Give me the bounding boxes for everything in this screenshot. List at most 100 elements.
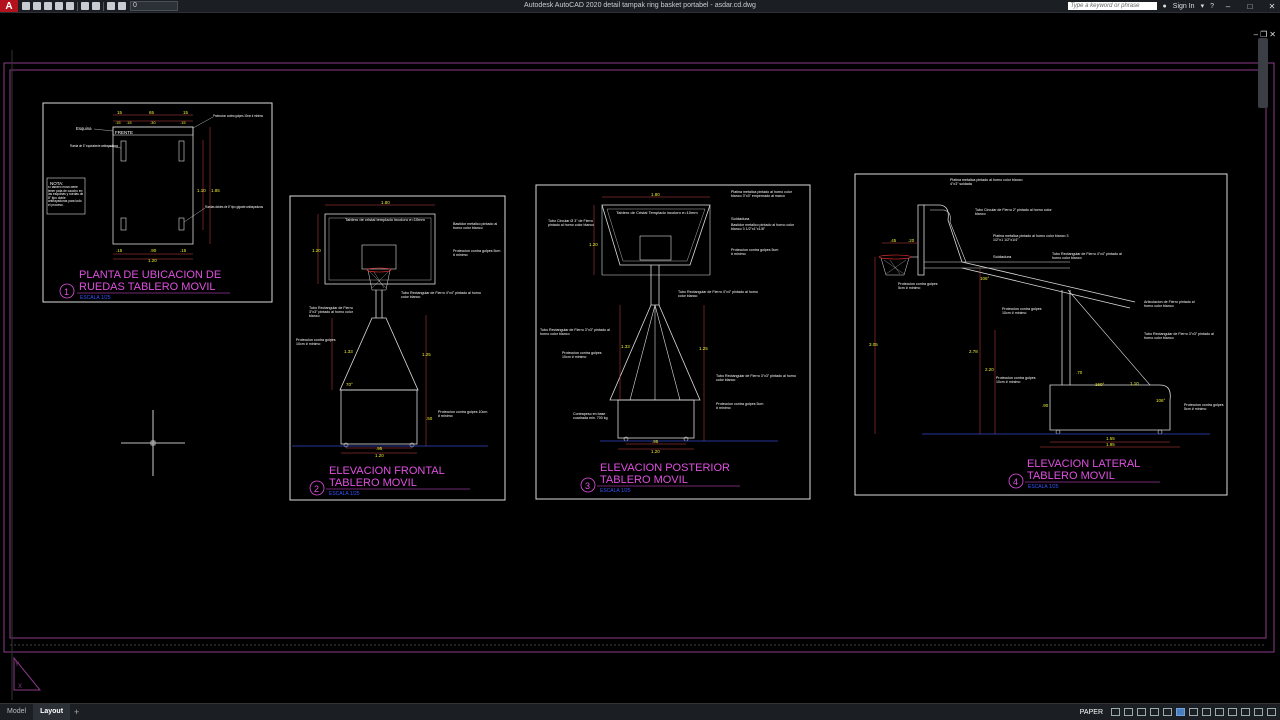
paper-border-outer [3, 62, 1275, 653]
save-icon[interactable] [44, 2, 52, 10]
viewport-plan[interactable]: 15 65 15 .15 .15 .30 .15 .15 .90 .15 1.2… [42, 102, 273, 303]
osnap-icon[interactable] [1137, 708, 1146, 716]
dim-bottom: 1.20 [651, 449, 660, 454]
layer-dropdown[interactable]: 0 [130, 1, 178, 11]
search-input[interactable]: Type a keyword or phrase [1067, 2, 1157, 10]
label-tubo-rect: Tubo Rectangular de Fierro 4"x4" pintado… [678, 290, 758, 298]
lineweight-icon[interactable] [1163, 708, 1172, 716]
selection-icon[interactable] [1189, 708, 1198, 716]
title-bar: A 0 Autodesk AutoCAD 2020 detail tampak … [0, 0, 1280, 13]
frontal-scale: ESCALA 1/25 [329, 491, 360, 497]
label-tubo: Tubo Rectangular de Fierro 4"x4" pintado… [401, 291, 481, 299]
plan-title-line2: RUEDAS TABLERO MOVIL [79, 281, 216, 293]
label-tubo-circ: Tubo Circular de Fierro 2" pintado al ho… [975, 208, 1052, 216]
angle: 70° [346, 382, 353, 387]
undo-icon[interactable] [81, 2, 89, 10]
otrack-icon[interactable] [1150, 708, 1159, 716]
crosshair-cursor [121, 410, 185, 476]
close-button[interactable]: ✕ [1264, 2, 1280, 11]
drawing-canvas[interactable]: X Y 15 65 15 .15 .15 .30 .15 .15 .90 .15… [0, 13, 1280, 703]
hardware-accel-icon[interactable] [1241, 708, 1250, 716]
title-right-group: Type a keyword or phrase ● Sign In ▾ ? –… [1067, 0, 1280, 12]
open-icon[interactable] [33, 2, 41, 10]
paper-border-inner [9, 69, 1267, 639]
saveas-icon[interactable] [55, 2, 63, 10]
help-icon[interactable]: ? [1210, 3, 1214, 10]
customize-menu-icon[interactable] [1267, 708, 1276, 716]
add-layout-button[interactable]: + [70, 707, 83, 717]
label-prot2: Proteccion contra golpes 10cm # minimo [1002, 307, 1042, 315]
base-box [1049, 384, 1171, 431]
dim-top: 1.80 [381, 200, 390, 205]
new-icon[interactable] [22, 2, 30, 10]
minimize-button[interactable]: – [1220, 2, 1236, 11]
dim-top-1: 15 [117, 110, 123, 115]
label-prot3: Proteccion contra golpes 10cm # minimo [996, 376, 1036, 384]
application-menu-button[interactable]: A [0, 0, 18, 12]
layer-icon[interactable] [118, 2, 126, 10]
plan-scale: ESCALA 1/25 [80, 295, 111, 301]
label-frente: FRENTE [115, 130, 133, 135]
viewport-posterior[interactable]: 1.80 1.20 1.33 1.25 1.20 .95 Tablero de … [535, 184, 811, 500]
layout-drawing: X Y 15 65 15 .15 .15 .30 .15 .15 .90 .15… [3, 50, 1275, 700]
paper-space-toggle[interactable]: PAPER [1080, 709, 1103, 716]
dim-h2: 2.78 [969, 349, 978, 354]
dim-top: 1.80 [651, 192, 660, 197]
workspace-gear-icon[interactable] [1215, 708, 1224, 716]
label-ruedas-largas: Ruedas dobles de 8" tipo gigante antiray… [205, 204, 263, 209]
close-drawing-icon[interactable]: ✕ [1269, 30, 1276, 39]
counterweight-box [617, 399, 695, 439]
dim-bottom-3: .15 [180, 248, 187, 253]
cart-icon[interactable]: ▾ [1201, 2, 1205, 10]
label-tubo-circ: Tubo Circular Ø 3" de Fierro pintado al … [548, 219, 595, 227]
minimize-drawing-icon[interactable]: – [1254, 30, 1258, 39]
dim-top2-1: .15 [115, 120, 121, 125]
sun-icon[interactable] [107, 2, 115, 10]
annotation-icon[interactable] [1202, 708, 1211, 716]
status-tools: PAPER [1080, 704, 1276, 720]
dim-base: .95 [652, 439, 659, 444]
angle2: 160° [1095, 382, 1105, 387]
label-tubo-rect2: Tubo Rectangular de Fierro 3"x3" pintado… [540, 328, 610, 336]
dim-right: 1.25 [699, 346, 708, 351]
status-bar: Model Layout + PAPER [0, 703, 1280, 720]
polar-icon[interactable] [1124, 708, 1133, 716]
clean-screen-icon[interactable] [1254, 708, 1263, 716]
nota-text: El tablero movil debe tener pata de cauc… [48, 186, 84, 207]
label-rueda: Rueda de 5" equivalente antirayaduras [70, 143, 118, 148]
viewport-frontal[interactable]: 1.80 1.20 1.25 1.33 1.20 .95 .50 70° Tab… [289, 195, 506, 501]
lateral-title-line2: TABLERO MOVIL [1027, 470, 1115, 482]
base-frame [339, 317, 419, 391]
dim-bottom2: 1.95 [1106, 442, 1115, 447]
label-proteccion: Proteccion contra golpes 5cm # minimo [453, 249, 501, 257]
label-tubo-rect2: Tubo Rectangular de Fierro 3"x3" pintado… [1144, 332, 1214, 340]
frontal-title-line1: ELEVACION FRONTAL [329, 465, 445, 477]
redo-icon[interactable] [92, 2, 100, 10]
hoop-net [880, 257, 910, 276]
sign-in-link[interactable]: Sign In [1173, 3, 1195, 10]
viewport-scale-icon[interactable] [1176, 708, 1185, 716]
vertical-scrollbar[interactable] [1258, 38, 1268, 108]
dim-top-w: .45 [890, 238, 897, 243]
label-platina2: Platina metalica pintado al horno color … [993, 234, 1069, 242]
dim-base-w: .70 [1076, 370, 1083, 375]
isolate-icon[interactable] [1228, 708, 1237, 716]
tab-layout[interactable]: Layout [33, 704, 71, 720]
plot-icon[interactable] [66, 2, 74, 10]
snap-icon[interactable] [1111, 708, 1120, 716]
maximize-button[interactable]: □ [1242, 2, 1258, 11]
label-proteccion: Proteccion contra golpes 5cm # minimo [731, 248, 779, 256]
plan-title-line1: PLANTA DE UBICACION DE [79, 269, 221, 281]
posterior-scale: ESCALA 1/25 [600, 488, 631, 494]
label-prot4: Proteccion contra golpes 5cm # minimo [1184, 403, 1224, 411]
plan-number: 1 [64, 287, 69, 297]
viewport-lateral[interactable]: 3.05 2.78 2.20 .45 .20 1.55 1.95 .90 .70… [854, 173, 1228, 496]
dim-base-h2: 1.10 [1130, 381, 1139, 386]
label-prot2: Proteccion contra golpes 10cm # minimo [296, 338, 336, 346]
label-soldadura: Soldadura [993, 254, 1012, 259]
angle3: 106° [1156, 398, 1166, 403]
user-icon[interactable]: ● [1163, 3, 1167, 10]
label-tubo3: Tubo Rectangular de Fierro 3"x3" pintado… [716, 374, 796, 382]
tab-model[interactable]: Model [0, 704, 33, 720]
label-tubo-rect: Tubo Rectangular de Fierro 4"x4" pintado… [1052, 252, 1122, 260]
